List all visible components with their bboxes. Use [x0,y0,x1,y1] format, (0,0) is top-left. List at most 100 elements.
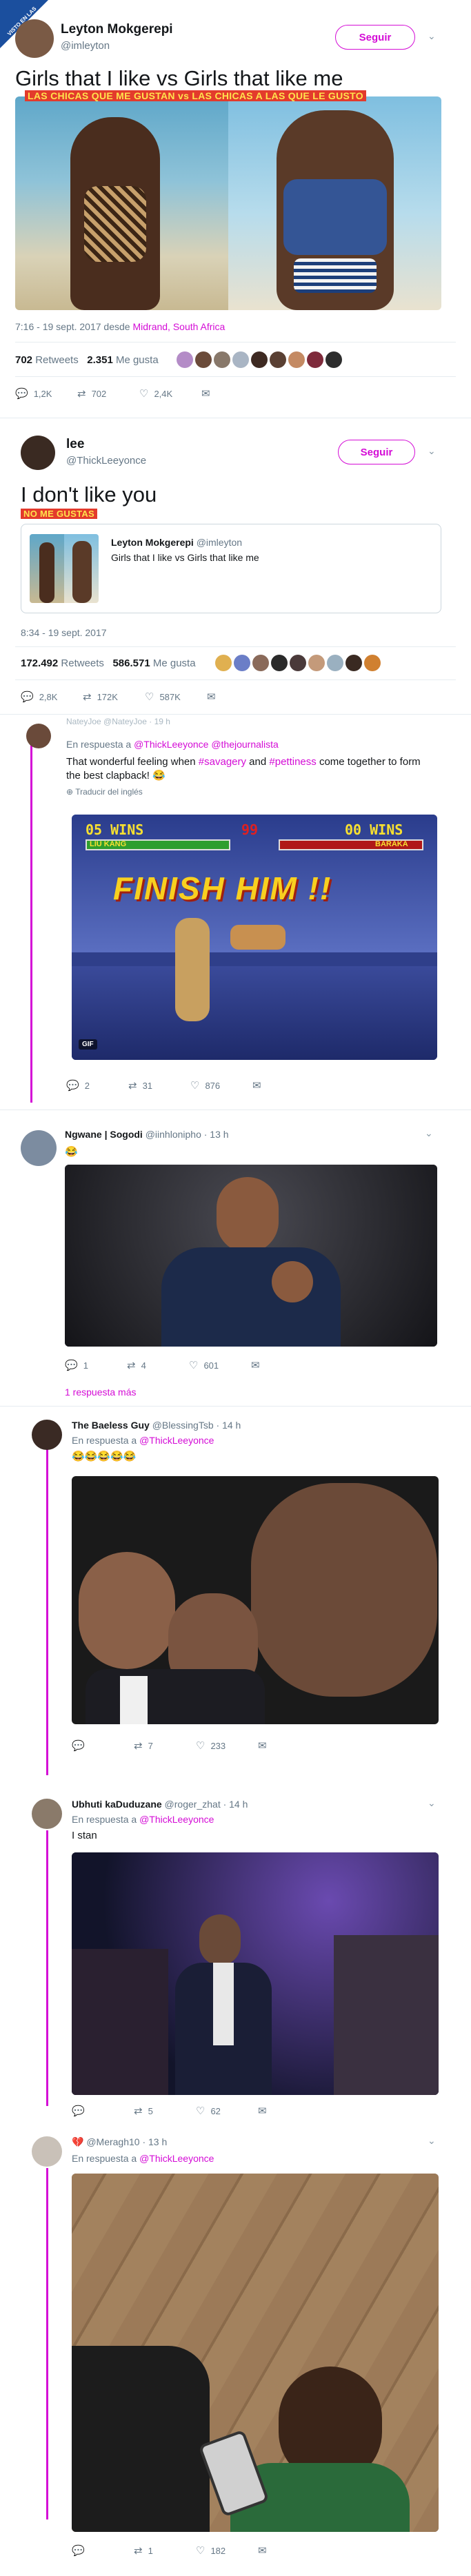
message-button[interactable]: ✉ [201,387,263,400]
reply-icon: 💬 [72,2105,85,2117]
thumb-figure-right [72,541,92,603]
gif-media[interactable]: 05 WINS 99 00 WINS LIU KANG BARAKA FINIS… [72,815,437,1060]
liker-avatar[interactable] [195,351,212,368]
mention-link[interactable]: @ThickLeeyonce [139,2153,214,2164]
author-handle[interactable]: @Meragh10 · 13 h [86,2136,167,2147]
follow-button[interactable]: Seguir [335,25,415,50]
player1-wins: 05 WINS [86,821,144,838]
liker-avatar[interactable] [327,655,343,671]
retweet-button[interactable]: ⇄ 5 [134,2105,196,2117]
retweet-button[interactable]: ⇄ 31 [128,1079,190,1092]
chevron-down-icon[interactable]: ⌄ [425,1127,433,1139]
message-button[interactable]: ✉ [258,2544,320,2557]
like-count[interactable]: 2.351 [87,354,113,366]
mention-link[interactable]: @ThickLeeyonce [139,1814,214,1825]
reply-button[interactable]: 💬 2 [66,1079,128,1092]
like-count[interactable]: 586.571 [112,657,150,669]
like-button[interactable]: ♡ 62 [196,2105,258,2117]
liker-avatar[interactable] [251,351,268,368]
retweet-button[interactable]: ⇄ 1 [134,2544,196,2557]
mention-link[interactable]: @ThickLeeyonce [139,1435,214,1446]
avatar[interactable] [21,1130,57,1166]
liker-avatar[interactable] [232,351,249,368]
message-button[interactable]: ✉ [258,1739,320,1752]
hashtag-link[interactable]: #savagery [199,756,246,768]
retweet-count[interactable]: 702 [15,354,32,366]
author-name[interactable]: The Baeless Guy [72,1420,150,1431]
like-button[interactable]: ♡ 182 [196,2544,258,2557]
liker-avatar[interactable] [345,655,362,671]
liker-avatar[interactable] [270,351,286,368]
liker-avatar[interactable] [271,655,288,671]
reply-icon: 💬 [21,691,34,703]
reply-image[interactable] [65,1165,437,1347]
reply-tweet: The Baeless Guy @BlessingTsb · 14 h En r… [0,1413,471,1799]
author-name[interactable]: lee [66,437,84,452]
reply-button[interactable]: 💬 [72,2544,134,2557]
like-button[interactable]: ♡ 601 [189,1359,251,1371]
retweet-button[interactable]: ⇄ 702 [77,387,139,400]
avatar[interactable] [32,1799,62,1829]
location-link[interactable]: Midrand, South Africa [132,321,225,332]
hashtag-link[interactable]: #pettiness [269,756,316,768]
liker-avatar[interactable] [288,351,305,368]
message-button[interactable]: ✉ [252,1079,314,1092]
tweet-image[interactable] [15,96,441,310]
liker-avatar[interactable] [290,655,306,671]
avatar[interactable] [32,1420,62,1450]
liker-avatar[interactable] [252,655,269,671]
like-button[interactable]: ♡ 587K [145,691,207,703]
player2-wins: 00 WINS [345,821,403,838]
like-button[interactable]: ♡ 876 [190,1079,252,1092]
avatar[interactable] [32,2136,62,2167]
author-handle[interactable]: @imleyton [61,40,110,52]
retweet-button[interactable]: ⇄ 172K [83,691,145,703]
reply-image[interactable] [72,1476,439,1724]
chevron-down-icon[interactable]: ⌄ [428,445,436,457]
message-button[interactable]: ✉ [258,2105,320,2117]
like-button[interactable]: ♡ 233 [196,1739,258,1752]
liker-avatar[interactable] [234,655,250,671]
avatar[interactable] [26,724,51,748]
message-button[interactable]: ✉ [207,691,269,703]
round-timer: 99 [241,821,259,838]
author-name[interactable]: Ngwane | Sogodi [65,1129,143,1140]
retweet-count[interactable]: 172.492 [21,657,58,669]
image-caption: LAS CHICAS QUE ME GUSTAN vs LAS CHICAS A… [25,90,366,101]
liker-avatar[interactable] [325,351,342,368]
reply-button[interactable]: 💬 [72,1739,134,1752]
author-handle[interactable]: @BlessingTsb · 14 h [150,1420,241,1431]
author-name[interactable]: Leyton Mokgerepi [61,22,173,37]
mention-link[interactable]: @ThickLeeyonce @thejournalista [134,739,279,750]
reply-button[interactable]: 💬 [72,2105,134,2117]
reply-button[interactable]: 💬 1,2K [15,387,77,400]
liker-avatar[interactable] [307,351,323,368]
face-left [79,1552,175,1669]
retweet-button[interactable]: ⇄ 7 [134,1739,196,1752]
author-handle[interactable]: @roger_zhat · 14 h [162,1799,248,1810]
like-button[interactable]: ♡ 2,4K [139,387,201,400]
chevron-down-icon[interactable]: ⌄ [428,1797,436,1809]
chevron-down-icon[interactable]: ⌄ [428,30,436,42]
liker-avatar[interactable] [214,351,230,368]
reply-image[interactable] [72,1852,439,2095]
quoted-tweet[interactable]: Leyton Mokgerepi @imleyton Girls that I … [21,524,441,613]
author-handle[interactable]: @iinhloniphо · 13 h [143,1129,229,1140]
liker-avatar[interactable] [177,351,193,368]
liker-avatar[interactable] [364,655,381,671]
more-replies-link[interactable]: 1 respuesta más [65,1387,137,1398]
author-name[interactable]: Ubhuti kaDuduzane [72,1799,162,1810]
avatar[interactable] [15,19,54,58]
liker-avatar[interactable] [215,655,232,671]
avatar[interactable] [21,436,55,470]
retweet-button[interactable]: ⇄ 4 [127,1359,189,1371]
follow-button[interactable]: Seguir [338,440,415,464]
translate-link[interactable]: ⊕ Traducir del inglés [66,787,143,797]
chevron-down-icon[interactable]: ⌄ [428,2135,436,2147]
reply-image[interactable] [72,2174,439,2532]
author-handle[interactable]: @ThickLeeyonce [66,455,146,467]
reply-button[interactable]: 💬 2,8K [21,691,83,703]
reply-button[interactable]: 💬 1 [65,1359,127,1371]
liker-avatar[interactable] [308,655,325,671]
message-button[interactable]: ✉ [251,1359,313,1371]
